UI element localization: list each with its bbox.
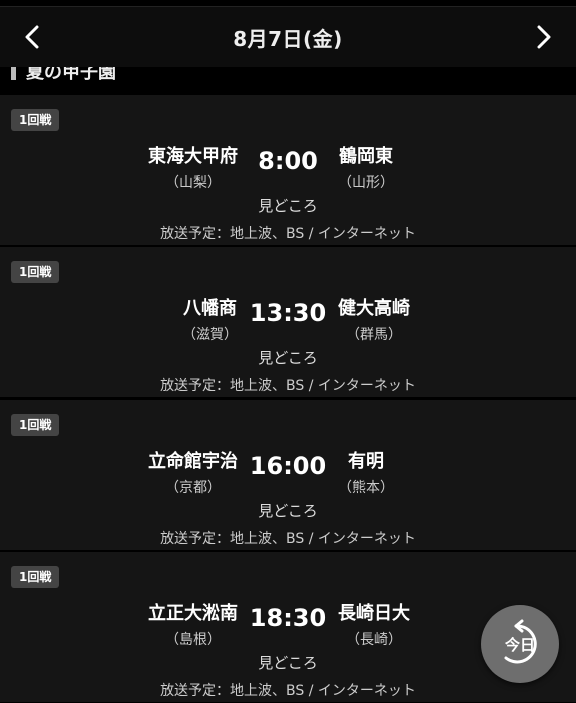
chevron-right-icon	[537, 25, 551, 49]
away-team-name: 鶴岡東	[339, 146, 393, 167]
away-team: 健大高崎 （群馬）	[338, 294, 410, 344]
game-time: 13:30	[249, 299, 327, 327]
game-time: 16:00	[249, 452, 327, 480]
away-team-prefecture: （群馬）	[346, 327, 402, 343]
chevron-left-icon	[25, 25, 39, 49]
status-strip	[0, 0, 576, 7]
broadcast-info: 放送予定：地上波、BS / インターネット	[160, 378, 416, 394]
away-team: 鶴岡東 （山形）	[338, 142, 394, 192]
game-time: 8:00	[258, 147, 318, 175]
game-card[interactable]: 1回戦 立命館宇治 （京都） 16:00 有明 （熊本） 見どころ 放送予定：地…	[0, 400, 576, 551]
round-badge: 1回戦	[11, 261, 60, 283]
game-card[interactable]: 1回戦 東海大甲府 （山梨） 8:00 鶴岡東 （山形） 見どころ 放送予定：地…	[0, 95, 576, 246]
highlight-link[interactable]: 見どころ	[0, 195, 576, 216]
broadcast-info: 放送予定：地上波、BS / インターネット	[160, 683, 416, 699]
page-title: 8月7日(金)	[233, 26, 343, 51]
away-team-prefecture: （熊本）	[338, 480, 394, 496]
home-team-prefecture: （滋賀）	[182, 327, 238, 343]
date-header: 8月7日(金)	[0, 7, 576, 67]
highlight-link[interactable]: 見どころ	[0, 500, 576, 521]
highlight-link[interactable]: 見どころ	[0, 347, 576, 368]
away-team-name: 有明	[348, 451, 384, 472]
prev-day-button[interactable]	[12, 17, 52, 57]
section-header: 夏の甲子園	[0, 67, 576, 93]
home-team-prefecture: （山梨）	[165, 175, 221, 191]
away-team: 長崎日大 （長崎）	[338, 599, 410, 649]
broadcast-info: 放送予定：地上波、BS / インターネット	[160, 226, 416, 242]
away-team-prefecture: （山形）	[338, 175, 394, 191]
next-day-button[interactable]	[524, 17, 564, 57]
away-team-name: 健大高崎	[338, 298, 410, 319]
game-card[interactable]: 1回戦 八幡商 （滋賀） 13:30 健大高崎 （群馬） 見どころ 放送予定：地…	[0, 247, 576, 398]
away-team-name: 長崎日大	[338, 603, 410, 624]
today-button[interactable]: 今日	[481, 605, 559, 683]
section-label: 夏の甲子園	[26, 67, 116, 83]
home-team-prefecture: （島根）	[165, 632, 221, 648]
round-badge: 1回戦	[11, 566, 60, 588]
round-badge: 1回戦	[11, 109, 60, 131]
round-badge: 1回戦	[11, 414, 60, 436]
today-label: 今日	[504, 635, 535, 654]
away-team-prefecture: （長崎）	[346, 632, 402, 648]
home-team-prefecture: （京都）	[165, 480, 221, 496]
broadcast-info: 放送予定：地上波、BS / インターネット	[160, 531, 416, 547]
away-team: 有明 （熊本）	[338, 447, 394, 497]
section-marker	[11, 67, 16, 80]
